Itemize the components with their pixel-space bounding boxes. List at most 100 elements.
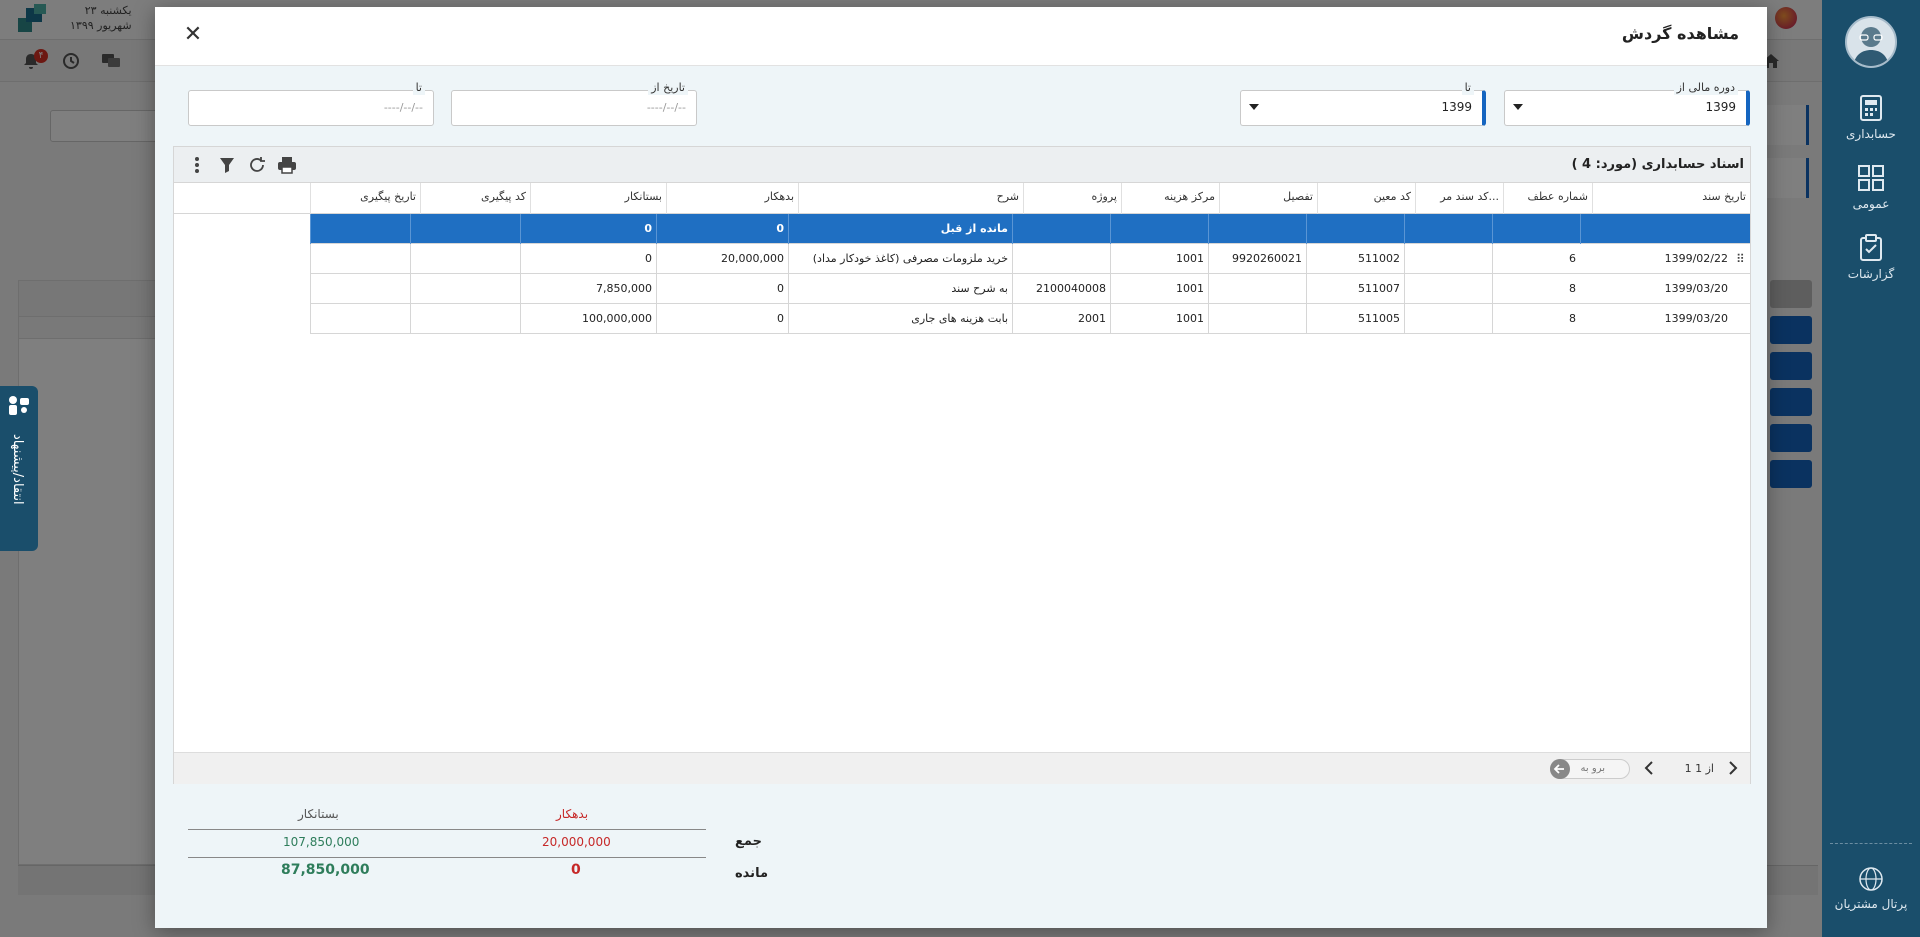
cell-description: به شرح سند [788, 274, 1012, 304]
date-to-input[interactable]: تا ----/--/-- [188, 81, 434, 126]
refresh-icon[interactable] [242, 154, 272, 176]
dialog-header: مشاهده گردش ✕ [155, 7, 1767, 66]
column-header[interactable]: مرکز هزینه [1121, 183, 1219, 214]
previous-balance-credit: 0 [520, 214, 656, 244]
chevron-left-icon[interactable] [1640, 759, 1658, 777]
cell-cost-center: 1001 [1110, 244, 1208, 274]
cell-cost-center: 1001 [1110, 274, 1208, 304]
cell-debit: 20,000,000 [656, 244, 788, 274]
grid-tools [182, 154, 302, 176]
print-icon[interactable] [272, 154, 302, 176]
filter-icon[interactable] [212, 154, 242, 176]
cell-debit: 0 [656, 274, 788, 304]
cell-track-date [310, 274, 410, 304]
turnover-dialog: مشاهده گردش ✕ دوره مالی از 1399 تا 1399 … [155, 7, 1767, 928]
fiscal-to-select[interactable]: تا 1399 [1240, 81, 1486, 126]
cell-tafsil [1208, 274, 1306, 304]
cell-project: 2001 [1012, 304, 1110, 334]
sidebar-item-label: حسابداری [1846, 127, 1896, 141]
cell-track-date [310, 244, 410, 274]
table-row[interactable]: 1399/03/20 8 511005 1001 2001 بابت هزینه… [310, 304, 1750, 334]
grid-pager: 1 از 1 برو به [174, 752, 1750, 784]
cell-moein: 511005 [1306, 304, 1404, 334]
divider [188, 857, 706, 858]
date-from-input[interactable]: تاریخ از ----/--/-- [451, 81, 697, 126]
more-options-icon[interactable] [182, 154, 212, 176]
arrow-left-icon[interactable] [1550, 759, 1570, 779]
column-header[interactable]: شماره عطف [1503, 183, 1592, 214]
cell-project [1012, 244, 1110, 274]
cell-description: بابت هزینه های جاری [788, 304, 1012, 334]
fiscal-to-value: 1399 [1441, 100, 1472, 114]
cell-credit: 100,000,000 [520, 304, 656, 334]
feedback-tab[interactable]: انتقاد/پیشنهاد [0, 386, 38, 551]
grid-title: اسناد حسابداری (مورد: 4 ) [1571, 157, 1744, 172]
divider [188, 829, 706, 830]
table-row[interactable]: 1399/03/20 8 511007 1001 2100040008 به ش… [310, 274, 1750, 304]
cell-date: 1399/03/20 [1664, 282, 1728, 295]
previous-balance-debit: 0 [656, 214, 788, 244]
cell-description: خرید ملزومات مصرفی (کاغذ خودکار مداد) [788, 244, 1012, 274]
customer-portal-label: پرتال مشتریان [1834, 897, 1908, 911]
goto-placeholder: برو به [1580, 763, 1605, 774]
cell-track-code [410, 304, 520, 334]
column-header[interactable]: شرح [798, 183, 1023, 214]
column-header[interactable]: تاریخ پیگیری [310, 183, 420, 214]
sidebar-item-general[interactable]: عمومی [1822, 163, 1920, 211]
cell-cost-center: 1001 [1110, 304, 1208, 334]
customer-portal-link[interactable]: پرتال مشتریان [1822, 865, 1920, 911]
table-row[interactable]: ⠿ 1399/02/22 6 511002 9920260021 1001 خر… [310, 244, 1750, 274]
cell-debit: 0 [656, 304, 788, 334]
cell-ref: 6 [1492, 244, 1580, 274]
cell-track-code [410, 274, 520, 304]
cell-ref: 8 [1492, 304, 1580, 334]
chevron-down-icon[interactable] [1249, 104, 1259, 110]
column-header[interactable]: پروژه [1023, 183, 1121, 214]
goto-page-input[interactable]: برو به [1550, 759, 1630, 779]
date-from-label: تاریخ از [648, 81, 688, 95]
dialog-title: مشاهده گردش [1621, 24, 1739, 43]
cell-track-code [410, 244, 520, 274]
globe-icon [1859, 867, 1883, 891]
column-header[interactable]: کد سند مر... [1415, 183, 1503, 214]
column-header[interactable]: کد پیگیری [420, 183, 530, 214]
sum-label: جمع [735, 834, 762, 849]
general-icon [1858, 165, 1884, 191]
previous-balance-label: مانده از قبل [788, 214, 1012, 244]
close-icon[interactable]: ✕ [181, 23, 205, 47]
sidebar-item-accounting[interactable]: حسابداری [1822, 93, 1920, 141]
chevron-down-icon[interactable] [1513, 104, 1523, 110]
previous-balance-row[interactable]: مانده از قبل 0 0 [310, 214, 1750, 244]
documents-grid: اسناد حسابداری (مورد: 4 ) تاریخ سند شمار… [173, 146, 1751, 784]
page-info: 1 از 1 [1684, 762, 1714, 775]
sum-debit: 20,000,000 [542, 835, 611, 849]
cell-doc-code [1404, 274, 1492, 304]
sidebar-item-reports[interactable]: گزارشات [1822, 233, 1920, 281]
main-sidebar: حسابداری عمومی گزارشات پرتال مشتریان [1822, 0, 1920, 937]
balance-debit: 0 [571, 862, 581, 878]
sidebar-item-label: گزارشات [1847, 267, 1895, 281]
chevron-right-icon[interactable] [1724, 759, 1742, 777]
accounting-icon [1860, 95, 1882, 121]
column-header[interactable]: بدهکار [666, 183, 798, 214]
debit-header: بدهکار [556, 807, 589, 821]
column-header[interactable]: تاریخ سند [1592, 183, 1750, 214]
sum-credit: 107,850,000 [283, 835, 360, 849]
feedback-icon [9, 396, 29, 415]
avatar[interactable] [1845, 16, 1897, 68]
totals-panel: بدهکار بستانکار 20,000,000 107,850,000 ج… [188, 807, 788, 917]
fiscal-to-label: تا [1461, 81, 1474, 95]
column-header[interactable]: بستانکار [530, 183, 666, 214]
credit-header: بستانکار [298, 807, 339, 821]
reports-icon [1860, 234, 1882, 261]
fiscal-from-value: 1399 [1705, 100, 1736, 114]
sidebar-item-label: عمومی [1852, 197, 1890, 211]
cell-tafsil [1208, 304, 1306, 334]
column-header[interactable]: تفصیل [1219, 183, 1317, 214]
drag-handle-icon[interactable]: ⠿ [1736, 252, 1746, 266]
feedback-label: انتقاد/پیشنهاد [10, 434, 25, 505]
cell-tafsil: 9920260021 [1208, 244, 1306, 274]
column-header[interactable]: کد معین [1317, 183, 1415, 214]
balance-credit: 87,850,000 [281, 862, 370, 878]
fiscal-from-select[interactable]: دوره مالی از 1399 [1504, 81, 1750, 126]
